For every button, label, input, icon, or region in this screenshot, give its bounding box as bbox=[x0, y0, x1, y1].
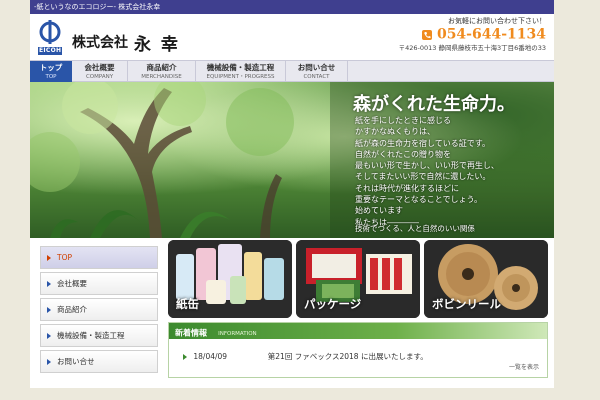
phone-icon bbox=[421, 29, 432, 40]
hero-copy-line: 自然がくれたこの贈り物を bbox=[355, 149, 451, 159]
arrow-right-icon bbox=[47, 359, 51, 365]
phone-row: 054-644-1134 bbox=[421, 24, 546, 43]
product-banners: 紙缶 パッケージ ボビンリール bbox=[168, 240, 548, 318]
logo-letters: EICOH bbox=[39, 47, 62, 54]
top-strip-text: -紙というなのエコロジー- 株式会社永幸 bbox=[34, 3, 161, 11]
product-label: ボビンリール bbox=[432, 297, 501, 311]
company-address: 〒426-0013 静岡県藤枝市五十海3丁目6番地の33 bbox=[398, 44, 546, 52]
header: EICOH 株式会社 永 幸 お気軽にお問い合わせ下さい！ 054-644-11… bbox=[30, 14, 554, 60]
sidebar-item-label: TOP bbox=[57, 253, 73, 262]
hero-copy-line: そしてまたいい形で自然に還したい。 bbox=[355, 172, 491, 182]
nav-item-sublabel: TOP bbox=[45, 74, 57, 80]
product-banner-package[interactable]: パッケージ bbox=[296, 240, 420, 318]
company-prefix: 株式会社 bbox=[72, 35, 128, 51]
hero-copy-line: 最もいい形で生かし、いい形で再生し、 bbox=[355, 161, 499, 171]
nav-item-sublabel: EQUIPMENT・PROGRESS bbox=[206, 74, 275, 80]
sidebar-item-label: 機械設備・製造工程 bbox=[57, 331, 125, 340]
news-title: 新着情報 bbox=[175, 328, 207, 338]
company-logo[interactable]: EICOH bbox=[38, 20, 62, 56]
nav-item-label: 会社概要 bbox=[84, 63, 115, 72]
hero-tagline: 技術でつくる、人と自然のいい関係 bbox=[355, 224, 475, 233]
sidebar-item-contact[interactable]: お問い合せ bbox=[40, 350, 158, 373]
nav-item-label: 商品紹介 bbox=[146, 63, 177, 72]
news-text: 第21回 ファベックス2018 に出展いたします。 bbox=[267, 352, 428, 361]
bullet-arrow-icon bbox=[183, 353, 187, 360]
company-name: 永 幸 bbox=[134, 35, 180, 55]
arrow-right-icon bbox=[47, 333, 51, 339]
sidebar-item-company[interactable]: 会社概要 bbox=[40, 272, 158, 295]
nav-item-top[interactable]: トップ TOP bbox=[30, 61, 72, 82]
nav-item-label: お問い合せ bbox=[297, 63, 336, 72]
sidebar-item-label: 会社概要 bbox=[57, 279, 87, 288]
arrow-right-icon bbox=[47, 281, 51, 287]
product-label: 紙缶 bbox=[176, 297, 199, 311]
sidebar-item-top[interactable]: TOP bbox=[40, 246, 158, 269]
hero-banner: 森がくれた生命力。 紙を手にしたときに感じる かすかなぬくもりは、 紙が森の生命… bbox=[30, 82, 554, 238]
hero-copy-line: 紙が森の生命力を宿している証です。 bbox=[355, 138, 490, 148]
nav-item-sublabel: MERCHANDISE bbox=[141, 74, 182, 80]
product-banner-bobbin-reel[interactable]: ボビンリール bbox=[424, 240, 548, 318]
hero-copy-line: それは時代が進化するほどに bbox=[355, 183, 459, 193]
nav-item-label: 機械設備・製造工程 bbox=[206, 63, 275, 72]
news-date: 18/04/09 bbox=[193, 352, 228, 361]
nav-item-equipment[interactable]: 機械設備・製造工程 EQUIPMENT・PROGRESS bbox=[196, 61, 286, 82]
hero-copy: 紙を手にしたときに感じる かすかなぬくもりは、 紙が森の生命力を宿している証です… bbox=[355, 115, 551, 228]
sidebar-item-label: 商品紹介 bbox=[57, 305, 87, 314]
hero-copy-line: 始めています bbox=[355, 206, 403, 216]
news-header: 新着情報 INFORMATION bbox=[169, 323, 547, 339]
sidebar-nav: TOP 会社概要 商品紹介 機械設備・製造工程 お問い合せ bbox=[40, 246, 158, 376]
news-panel: 新着情報 INFORMATION 18/04/09 第21回 ファベックス201… bbox=[168, 322, 548, 378]
hero-copy-line: 重要なテーマとなることでしょう。 bbox=[355, 195, 483, 205]
hero-title: 森がくれた生命力。 bbox=[353, 94, 515, 115]
nav-item-label: トップ bbox=[39, 63, 63, 72]
hero-copy-line: 紙を手にしたときに感じる bbox=[355, 116, 451, 125]
arrow-right-icon bbox=[47, 307, 51, 313]
hero-copy-line: かすかなぬくもりは、 bbox=[355, 127, 435, 137]
nav-item-merchandise[interactable]: 商品紹介 MERCHANDISE bbox=[128, 61, 196, 82]
sidebar-item-label: お問い合せ bbox=[57, 357, 95, 366]
top-strip: -紙というなのエコロジー- 株式会社永幸 bbox=[30, 0, 554, 14]
nav-item-contact[interactable]: お問い合せ CONTACT bbox=[286, 61, 348, 82]
sidebar-item-merchandise[interactable]: 商品紹介 bbox=[40, 298, 158, 321]
nav-item-sublabel: COMPANY bbox=[85, 74, 114, 80]
arrow-right-icon bbox=[47, 255, 51, 261]
nav-item-company[interactable]: 会社概要 COMPANY bbox=[72, 61, 128, 82]
phone-number[interactable]: 054-644-1134 bbox=[437, 27, 546, 43]
nav-item-sublabel: CONTACT bbox=[303, 74, 330, 80]
global-nav: トップ TOP 会社概要 COMPANY 商品紹介 MERCHANDISE 機械… bbox=[30, 60, 554, 82]
news-title-en: INFORMATION bbox=[218, 330, 257, 337]
news-more-link[interactable]: 一覧を表示 bbox=[509, 362, 539, 371]
sidebar-item-equipment[interactable]: 機械設備・製造工程 bbox=[40, 324, 158, 347]
product-banner-paper-can[interactable]: 紙缶 bbox=[168, 240, 292, 318]
page: -紙というなのエコロジー- 株式会社永幸 EICOH 株式会社 永 幸 お気軽に… bbox=[30, 0, 554, 388]
product-label: パッケージ bbox=[304, 297, 362, 311]
news-item[interactable]: 18/04/09 第21回 ファベックス2018 に出展いたします。 bbox=[183, 351, 428, 362]
